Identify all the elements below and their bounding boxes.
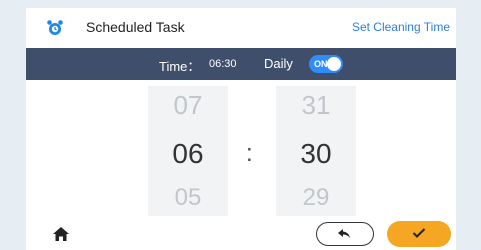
schedule-status-bar: Time： 06:30 Daily ON: [26, 48, 456, 80]
minute-next[interactable]: 29: [276, 184, 356, 212]
minute-prev[interactable]: 31: [276, 90, 356, 121]
toggle-state-text: ON: [314, 59, 328, 69]
page-title: Scheduled Task: [86, 19, 185, 35]
back-button[interactable]: [316, 222, 374, 246]
home-icon[interactable]: [52, 225, 70, 243]
undo-arrow-icon: [338, 229, 350, 238]
alarm-clock-icon: [46, 19, 64, 37]
time-value: 06:30: [209, 58, 237, 70]
hour-selected[interactable]: 06: [148, 138, 228, 170]
footer: [26, 220, 456, 250]
toggle-knob: [327, 57, 341, 71]
set-cleaning-time-link[interactable]: Set Cleaning Time: [352, 20, 450, 34]
daily-label: Daily: [264, 56, 293, 71]
hour-picker[interactable]: 07 06 05: [148, 86, 228, 216]
hour-next[interactable]: 05: [148, 184, 228, 212]
time-label: Time：: [159, 59, 201, 74]
minute-picker[interactable]: 31 30 29: [276, 86, 356, 216]
confirm-button[interactable]: [387, 221, 451, 247]
header: Scheduled Task Set Cleaning Time: [26, 8, 456, 48]
time-separator: :: [246, 140, 253, 167]
hour-prev[interactable]: 07: [148, 90, 228, 121]
minute-selected[interactable]: 30: [276, 138, 356, 170]
checkmark-icon: [412, 228, 426, 238]
daily-toggle[interactable]: ON: [309, 55, 343, 73]
scheduled-task-panel: Scheduled Task Set Cleaning Time Time： 0…: [26, 8, 456, 250]
